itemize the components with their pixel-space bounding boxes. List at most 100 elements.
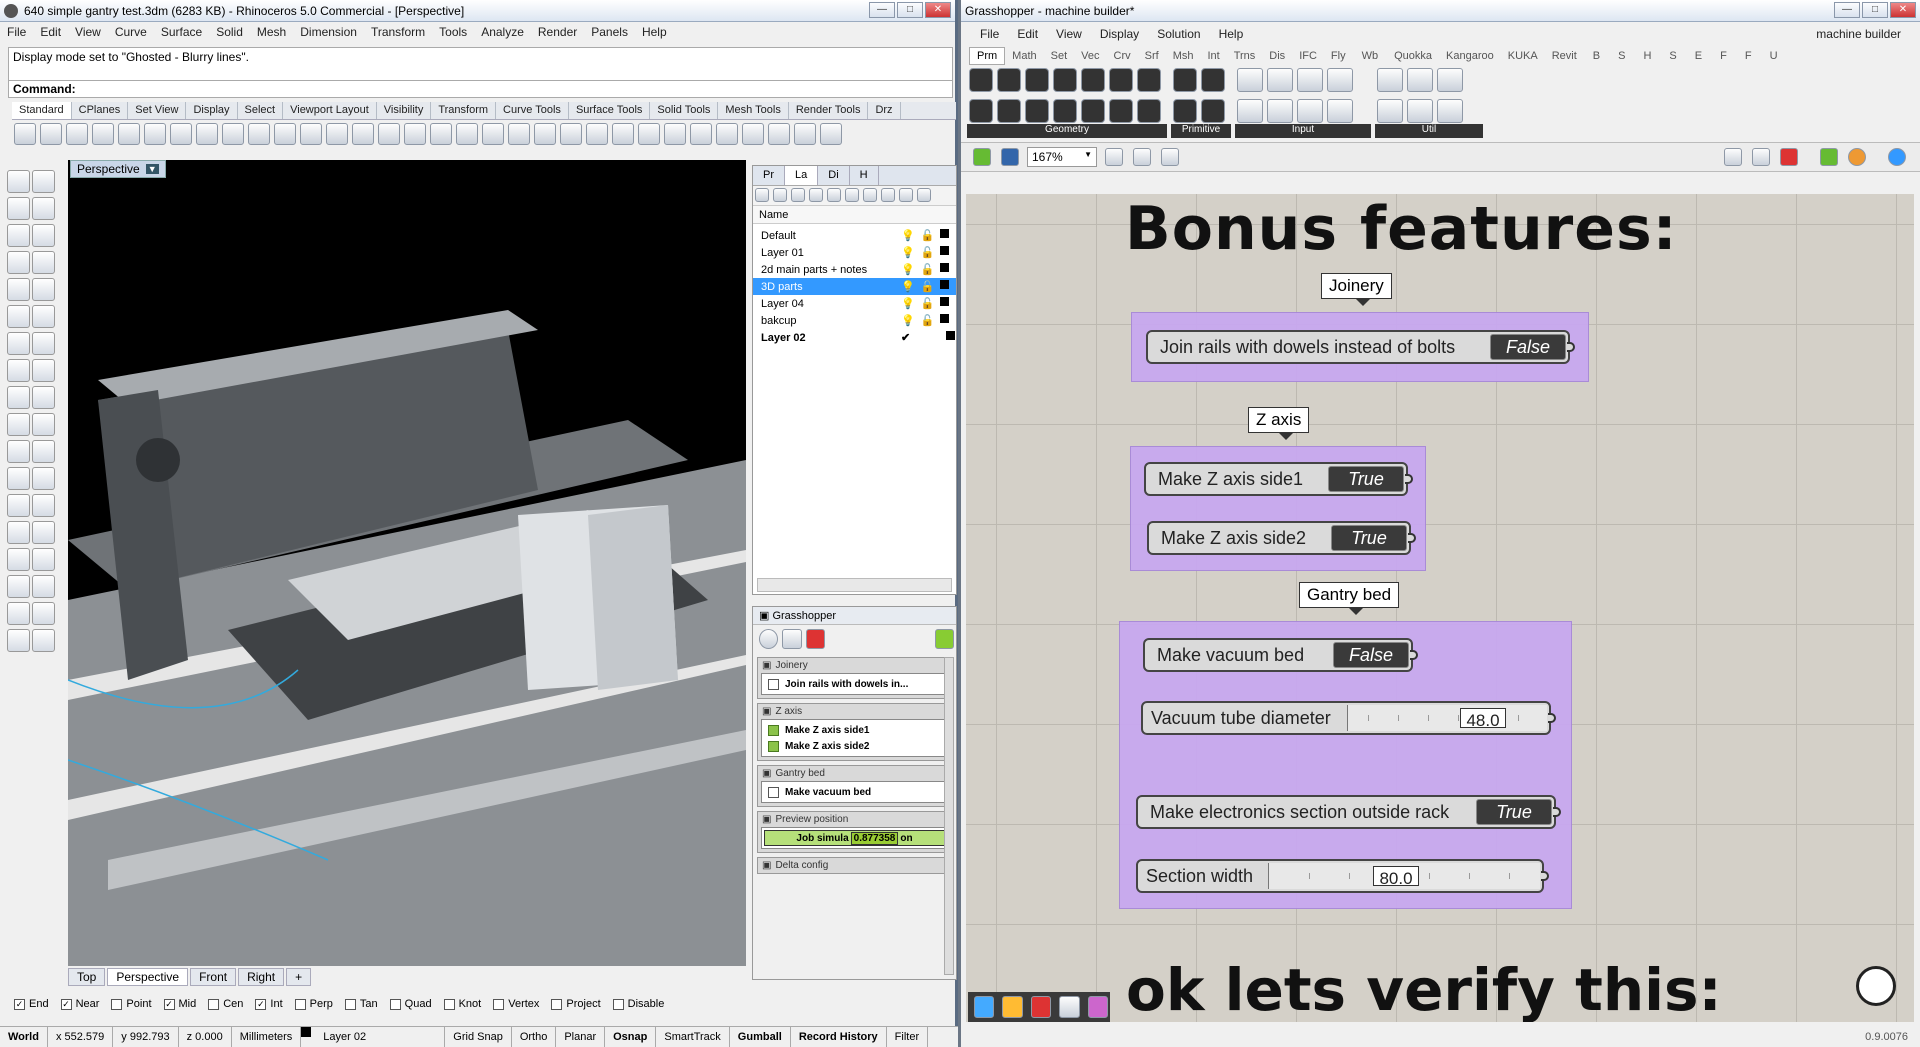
palette-tool-icon[interactable] bbox=[7, 440, 30, 463]
checkbox[interactable] bbox=[768, 740, 779, 752]
palette-tool-icon[interactable] bbox=[7, 251, 30, 274]
maximize-button[interactable]: □ bbox=[897, 2, 923, 18]
menu-file[interactable]: File bbox=[0, 25, 33, 39]
toolbar-tool-icon[interactable] bbox=[638, 123, 660, 145]
collapse-icon[interactable]: ▣ bbox=[762, 768, 771, 779]
status-units[interactable]: Millimeters bbox=[232, 1027, 302, 1047]
panel-tab[interactable]: H bbox=[850, 166, 879, 185]
brush-icon[interactable] bbox=[1087, 996, 1109, 1018]
collapse-icon[interactable]: ▣ bbox=[762, 814, 771, 825]
section-width-value[interactable]: 80.0 bbox=[1373, 866, 1419, 888]
layer-row[interactable]: 3D parts 💡 🔓 bbox=[753, 278, 956, 295]
ribbon-component-icon[interactable] bbox=[1081, 99, 1105, 123]
gh-checkbox-item[interactable]: Make vacuum bed bbox=[764, 784, 945, 800]
checkbox[interactable] bbox=[768, 786, 779, 798]
toolbar-tool-icon[interactable] bbox=[40, 123, 62, 145]
palette-tool-icon[interactable] bbox=[32, 332, 55, 355]
collapse-icon[interactable]: ▣ bbox=[762, 860, 771, 871]
palette-tool-icon[interactable] bbox=[7, 413, 30, 436]
layer-color-swatch[interactable] bbox=[940, 263, 950, 272]
menu-transform[interactable]: Transform bbox=[364, 25, 432, 39]
osnap-vertex[interactable]: Vertex bbox=[493, 998, 539, 1010]
ribbon-component-icon[interactable] bbox=[1137, 68, 1161, 92]
osnap-checkbox[interactable]: ✓ bbox=[255, 998, 267, 1010]
zaxis-side1-toggle[interactable]: Make Z axis side1 True bbox=[1144, 462, 1413, 496]
osnap-checkbox[interactable]: ✓ bbox=[163, 998, 175, 1010]
palette-tool-icon[interactable] bbox=[32, 278, 55, 301]
pencil-icon[interactable] bbox=[934, 629, 954, 649]
checkbox[interactable] bbox=[768, 678, 779, 690]
status-toggle[interactable]: SmartTrack bbox=[656, 1027, 730, 1047]
osnap-mid[interactable]: ✓ Mid bbox=[163, 998, 196, 1010]
close-button[interactable]: ✕ bbox=[925, 2, 951, 18]
viewport-tab[interactable]: Front bbox=[190, 968, 237, 986]
layer-tool-icon[interactable] bbox=[809, 188, 823, 202]
wireframe-mode-icon[interactable] bbox=[1752, 148, 1770, 166]
ribbon-component-icon[interactable] bbox=[969, 99, 993, 123]
bulb-icon[interactable]: 💡 bbox=[901, 246, 915, 259]
palette-tool-icon[interactable] bbox=[7, 332, 30, 355]
joinery-toggle-value[interactable]: False bbox=[1490, 334, 1566, 360]
lock-icon[interactable]: 🔓 bbox=[921, 280, 935, 293]
toolbar-tool-icon[interactable] bbox=[820, 123, 842, 145]
menu-analyze[interactable]: Analyze bbox=[474, 25, 531, 39]
toolbar-tab[interactable]: Select bbox=[238, 102, 284, 119]
vacuum-tube-value[interactable]: 48.0 bbox=[1460, 708, 1506, 730]
gh-tab[interactable]: KUKA bbox=[1501, 48, 1545, 64]
palette-tool-icon[interactable] bbox=[32, 494, 55, 517]
zoom-select[interactable]: 167% ▼ bbox=[1027, 147, 1097, 167]
osnap-checkbox[interactable]: ✓ bbox=[60, 998, 72, 1010]
status-toggle[interactable]: Gumball bbox=[730, 1027, 791, 1047]
toolbar-tool-icon[interactable] bbox=[66, 123, 88, 145]
joinery-toggle[interactable]: Join rails with dowels instead of bolts … bbox=[1146, 330, 1575, 364]
palette-tool-icon[interactable] bbox=[7, 224, 30, 247]
menu-help[interactable]: Help bbox=[635, 25, 674, 39]
palette-tool-icon[interactable] bbox=[32, 170, 55, 193]
osnap-int[interactable]: ✓ Int bbox=[255, 998, 283, 1010]
gantry-bed-label[interactable]: Gantry bed bbox=[1299, 582, 1400, 615]
layer-row[interactable]: 2d main parts + notes 💡 🔓 bbox=[753, 261, 956, 278]
layer-tool-icon[interactable] bbox=[881, 188, 895, 202]
gh-maximize-button[interactable]: □ bbox=[1862, 2, 1888, 18]
section-width-track[interactable]: 80.0 bbox=[1268, 863, 1540, 889]
palette-tool-icon[interactable] bbox=[32, 629, 55, 652]
osnap-knot[interactable]: Knot bbox=[443, 998, 481, 1010]
ribbon-component-icon[interactable] bbox=[1377, 68, 1403, 92]
gh-tab[interactable]: Prm bbox=[969, 47, 1006, 65]
gh-tab[interactable]: Msh bbox=[1166, 48, 1201, 64]
ribbon-component-icon[interactable] bbox=[1081, 68, 1105, 92]
menu-dimension[interactable]: Dimension bbox=[293, 25, 364, 39]
toolbar-tool-icon[interactable] bbox=[560, 123, 582, 145]
palette-tool-icon[interactable] bbox=[7, 548, 30, 571]
osnap-near[interactable]: ✓ Near bbox=[60, 998, 99, 1010]
gh-tab[interactable]: Math bbox=[1005, 48, 1043, 64]
toolbar-tool-icon[interactable] bbox=[196, 123, 218, 145]
toolbar-tool-icon[interactable] bbox=[612, 123, 634, 145]
status-toggle[interactable]: Osnap bbox=[605, 1027, 657, 1047]
vacuum-tube-track[interactable]: 48.0 bbox=[1347, 705, 1547, 731]
palette-tool-icon[interactable] bbox=[7, 278, 30, 301]
bulb-icon[interactable]: 💡 bbox=[901, 263, 915, 276]
gh-tab[interactable]: Revit bbox=[1545, 48, 1584, 64]
gh-canvas[interactable]: Bonus features: Joinery Join rails with … bbox=[966, 194, 1914, 1022]
palette-tool-icon[interactable] bbox=[32, 359, 55, 382]
toolbar-tool-icon[interactable] bbox=[482, 123, 504, 145]
gh-tab[interactable]: Dis bbox=[1262, 48, 1292, 64]
panel-tab[interactable]: Di bbox=[818, 166, 850, 185]
gh-checkbox-item[interactable]: Make Z axis side1 bbox=[764, 722, 945, 738]
color-icon[interactable] bbox=[1848, 148, 1866, 166]
viewport-tab[interactable]: Right bbox=[238, 968, 285, 986]
layer-tool-icon[interactable] bbox=[755, 188, 769, 202]
lock-icon[interactable]: 🔓 bbox=[921, 297, 935, 310]
menu-solid[interactable]: Solid bbox=[209, 25, 250, 39]
toolbar-tool-icon[interactable] bbox=[664, 123, 686, 145]
menu-mesh[interactable]: Mesh bbox=[250, 25, 293, 39]
zaxis-side2-toggle[interactable]: Make Z axis side2 True bbox=[1147, 521, 1416, 555]
menu-edit[interactable]: Edit bbox=[33, 25, 68, 39]
ribbon-component-icon[interactable] bbox=[1025, 68, 1049, 92]
toolbar-tool-icon[interactable] bbox=[508, 123, 530, 145]
osnap-checkbox[interactable] bbox=[493, 998, 505, 1010]
gh-tab[interactable]: Vec bbox=[1074, 48, 1106, 64]
joinery-label[interactable]: Joinery bbox=[1321, 273, 1392, 306]
ribbon-component-icon[interactable] bbox=[1327, 99, 1353, 123]
